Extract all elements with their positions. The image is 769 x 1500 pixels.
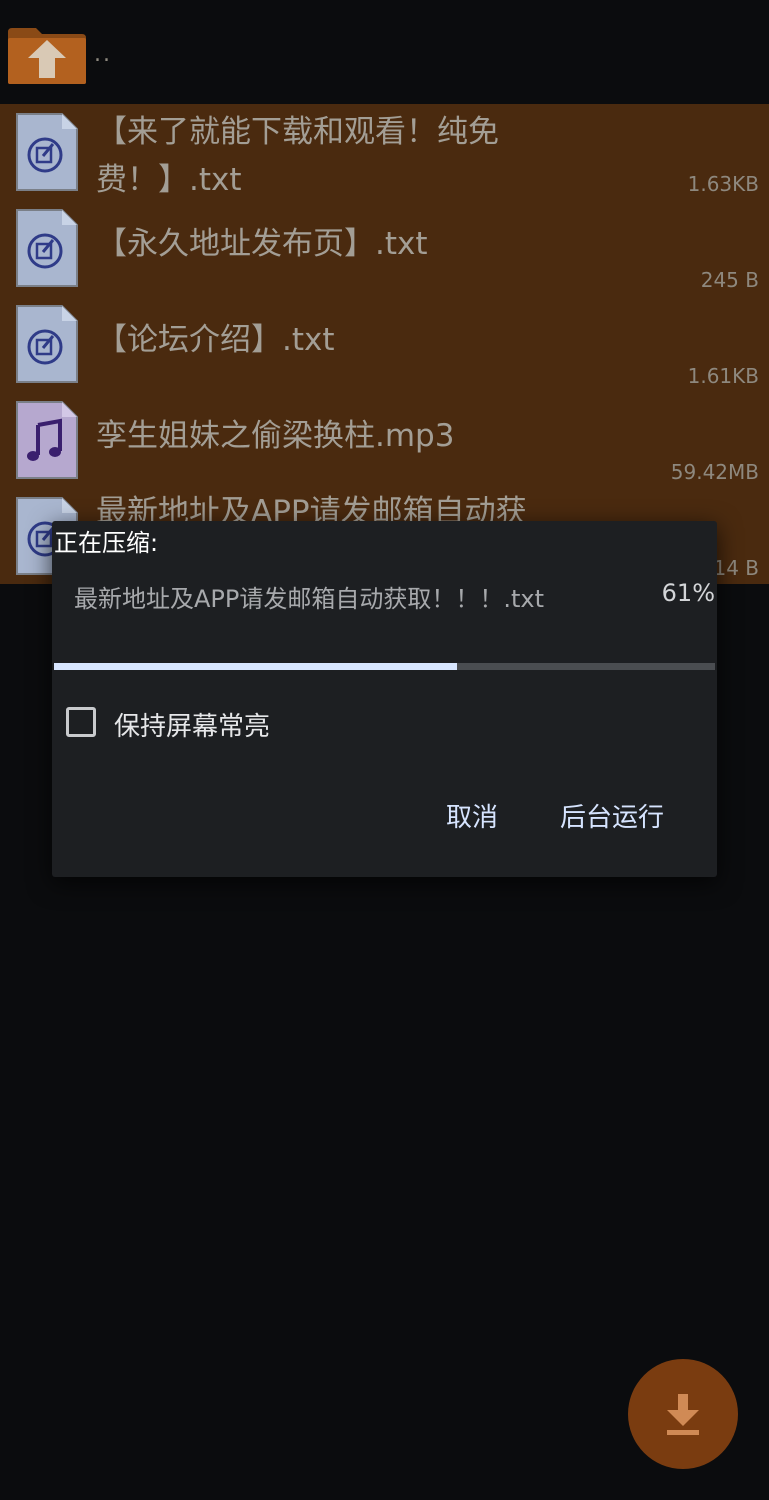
parent-directory-label: .. — [94, 42, 112, 67]
keep-screen-on-option[interactable]: 保持屏幕常亮 — [64, 704, 364, 744]
file-name: 【永久地址发布页】.txt — [96, 226, 428, 262]
file-name: 孪生姐妹之偷梁换柱.mp3 — [96, 418, 455, 454]
progress-fill — [54, 663, 458, 670]
file-size: 14 B — [713, 556, 759, 580]
progress-bar — [54, 663, 715, 670]
current-file-label: 最新地址及APP请发邮箱自动获取！！！.txt — [74, 585, 545, 613]
download-fab[interactable] — [628, 1359, 738, 1469]
compress-progress-dialog: 正在压缩: 最新地址及APP请发邮箱自动获取！！！.txt 61% 保持屏幕常亮… — [52, 521, 717, 877]
run-in-background-button[interactable]: 后台运行 — [560, 797, 664, 834]
file-size: 59.42MB — [670, 460, 759, 484]
parent-directory-row[interactable]: .. — [0, 0, 769, 104]
progress-percent: 61% — [661, 579, 715, 607]
file-row[interactable]: 孪生姐妹之偷梁换柱.mp3 59.42MB — [0, 392, 769, 488]
cancel-button[interactable]: 取消 — [446, 797, 498, 834]
file-size: 245 B — [700, 268, 759, 292]
file-name: 【论坛介绍】.txt — [96, 322, 335, 358]
keep-screen-checkbox[interactable] — [66, 707, 96, 737]
download-icon — [667, 1394, 699, 1435]
file-size: 1.61KB — [687, 364, 759, 388]
text-file-icon — [16, 209, 78, 287]
dialog-title: 正在压缩: — [54, 529, 159, 557]
file-row[interactable]: 【论坛介绍】.txt 1.61KB — [0, 296, 769, 392]
text-file-icon — [16, 305, 78, 383]
file-manager-screen: .. 【来了就能下载和观看！纯免费！】.txt 1.63KB 【永久地址发布页】… — [0, 0, 769, 1500]
file-list: 【来了就能下载和观看！纯免费！】.txt 1.63KB 【永久地址发布页】.tx… — [0, 104, 769, 584]
file-size: 1.63KB — [687, 172, 759, 196]
keep-screen-label: 保持屏幕常亮 — [114, 712, 271, 742]
file-name: 【来了就能下载和观看！纯免费！】.txt — [96, 114, 499, 198]
file-row[interactable]: 【永久地址发布页】.txt 245 B — [0, 200, 769, 296]
file-row[interactable]: 【来了就能下载和观看！纯免费！】.txt 1.63KB — [0, 104, 769, 200]
music-file-icon — [16, 401, 78, 479]
text-file-icon — [16, 113, 78, 191]
up-folder-icon — [8, 28, 86, 84]
